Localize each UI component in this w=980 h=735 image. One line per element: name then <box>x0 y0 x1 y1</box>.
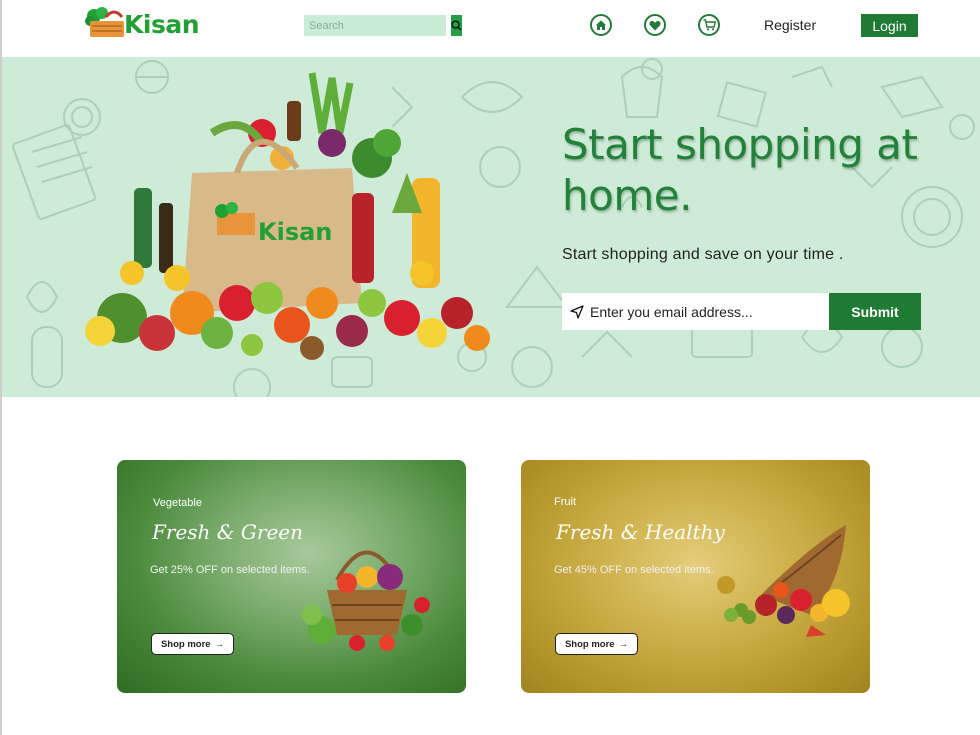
search-button[interactable] <box>451 15 462 36</box>
page: Kisan Search Register Login Kisan Start … <box>0 0 980 735</box>
brand-name: Kisan <box>124 9 200 39</box>
card-title: Fresh & Healthy <box>556 520 725 544</box>
home-icon <box>596 20 606 30</box>
search-input[interactable] <box>304 15 451 36</box>
arrow-right-icon: → <box>214 638 225 650</box>
send-icon <box>570 304 584 319</box>
arrow-right-icon: → <box>618 638 629 650</box>
top-nav: Kisan Search Register Login <box>2 0 980 52</box>
cart-icon <box>703 19 716 31</box>
heart-icon <box>649 20 661 30</box>
email-input[interactable] <box>590 303 820 320</box>
card-category: Vegetable <box>153 497 202 509</box>
search-bar <box>304 15 462 36</box>
shop-more-button[interactable]: Shop more → <box>555 633 638 655</box>
bag-brand-text: Kisan <box>258 218 332 246</box>
brand-logo[interactable]: Kisan <box>84 6 200 42</box>
hero-title: Start shopping at home. <box>562 120 918 220</box>
card-offer: Get 25% OFF on selected items. <box>150 564 310 576</box>
cart-button[interactable] <box>698 14 720 36</box>
hero-banner: Kisan Start shopping at home. Start shop… <box>2 57 980 397</box>
card-title: Fresh & Green <box>152 520 304 544</box>
hero-subtitle: Start shopping and save on your time . <box>562 246 844 263</box>
email-field-wrapper <box>562 293 829 330</box>
newsletter-form: Submit <box>562 293 921 330</box>
wishlist-button[interactable] <box>644 14 666 36</box>
home-button[interactable] <box>590 14 612 36</box>
search-icon <box>451 20 462 31</box>
shop-more-button[interactable]: Shop more → <box>151 633 234 655</box>
login-button[interactable]: Login <box>861 14 918 37</box>
submit-button[interactable]: Submit <box>829 293 921 330</box>
fruit-promo-card[interactable]: Fruit Fresh & Healthy Get 45% OFF on sel… <box>521 460 870 693</box>
register-link[interactable]: Register <box>764 17 816 33</box>
card-offer: Get 45% OFF on selected items. <box>554 564 714 576</box>
fruit-cornucopia-image <box>717 525 850 637</box>
shop-more-label: Shop more <box>160 638 211 650</box>
card-category: Fruit <box>554 496 576 508</box>
vegetable-basket-image <box>302 550 430 651</box>
basket-logo-icon <box>85 7 124 37</box>
grocery-bag-image: Kisan <box>85 72 490 360</box>
vegetable-promo-card[interactable]: Vegetable Fresh & Green Get 25% OFF on s… <box>117 460 466 693</box>
shop-more-label: Shop more <box>564 638 615 650</box>
